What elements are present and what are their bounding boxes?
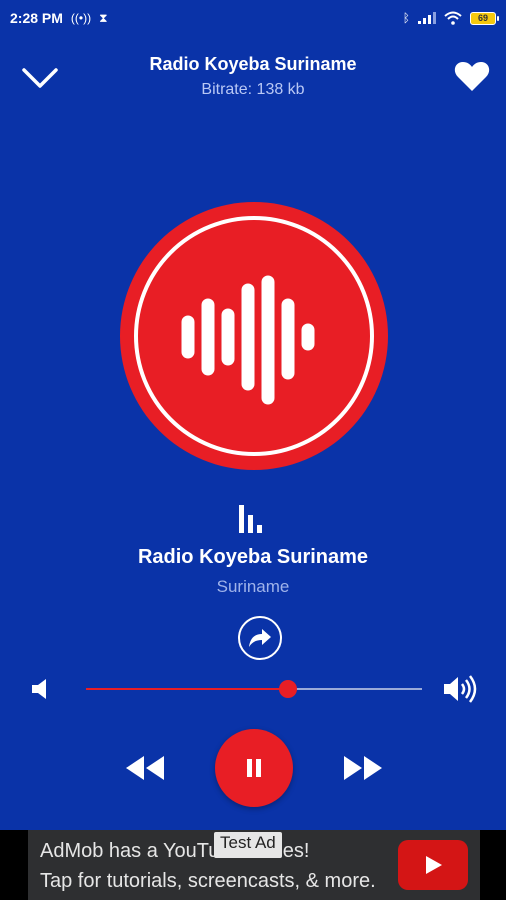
status-bar: 2:28 PM ((•)) ⧗ ᛒ 69 (0, 0, 506, 36)
volume-high-icon (444, 675, 477, 703)
rewind-button[interactable] (124, 752, 166, 784)
play-icon (426, 856, 442, 874)
volume-fill (86, 688, 288, 690)
pause-icon (247, 759, 261, 777)
station-country: Suriname (216, 577, 290, 596)
fast-forward-button[interactable] (342, 752, 384, 784)
station-logo (120, 202, 388, 470)
share-icon (249, 629, 271, 647)
status-right: ᛒ 69 (402, 11, 499, 25)
pause-button[interactable] (215, 729, 293, 807)
share-button[interactable] (238, 616, 282, 660)
header-bitrate: Bitrate: 138 kb (201, 81, 305, 98)
volume-thumb[interactable] (278, 680, 297, 698)
volume-low-icon (32, 679, 46, 699)
equalizer-icon (239, 505, 262, 533)
battery-icon: 69 (470, 11, 499, 25)
hotspot-icon: ((•)) (70, 11, 92, 25)
signal-icon (418, 12, 436, 24)
player-header: Radio Koyeba Suriname Bitrate: 138 kb (0, 50, 506, 106)
bluetooth-icon: ᛒ (402, 11, 410, 25)
heart-icon (454, 62, 490, 91)
hourglass-icon: ⧗ (99, 10, 108, 25)
youtube-logo-icon[interactable] (398, 840, 468, 890)
header-title: Radio Koyeba Suriname (149, 54, 357, 74)
status-time: 2:28 PM (10, 10, 63, 26)
test-ad-label: Test Ad (214, 832, 282, 858)
ad-description: Tap for tutorials, screencasts, & more. (40, 870, 376, 892)
battery-level: 69 (477, 13, 488, 23)
station-name: Radio Koyeba Suriname (137, 546, 369, 568)
rewind-icon (126, 756, 164, 780)
status-left: 2:28 PM ((•)) ⧗ (10, 10, 108, 26)
fast-forward-icon (344, 756, 382, 780)
favorite-button[interactable] (454, 60, 490, 94)
volume-slider[interactable] (86, 680, 422, 698)
wifi-icon (444, 11, 462, 25)
